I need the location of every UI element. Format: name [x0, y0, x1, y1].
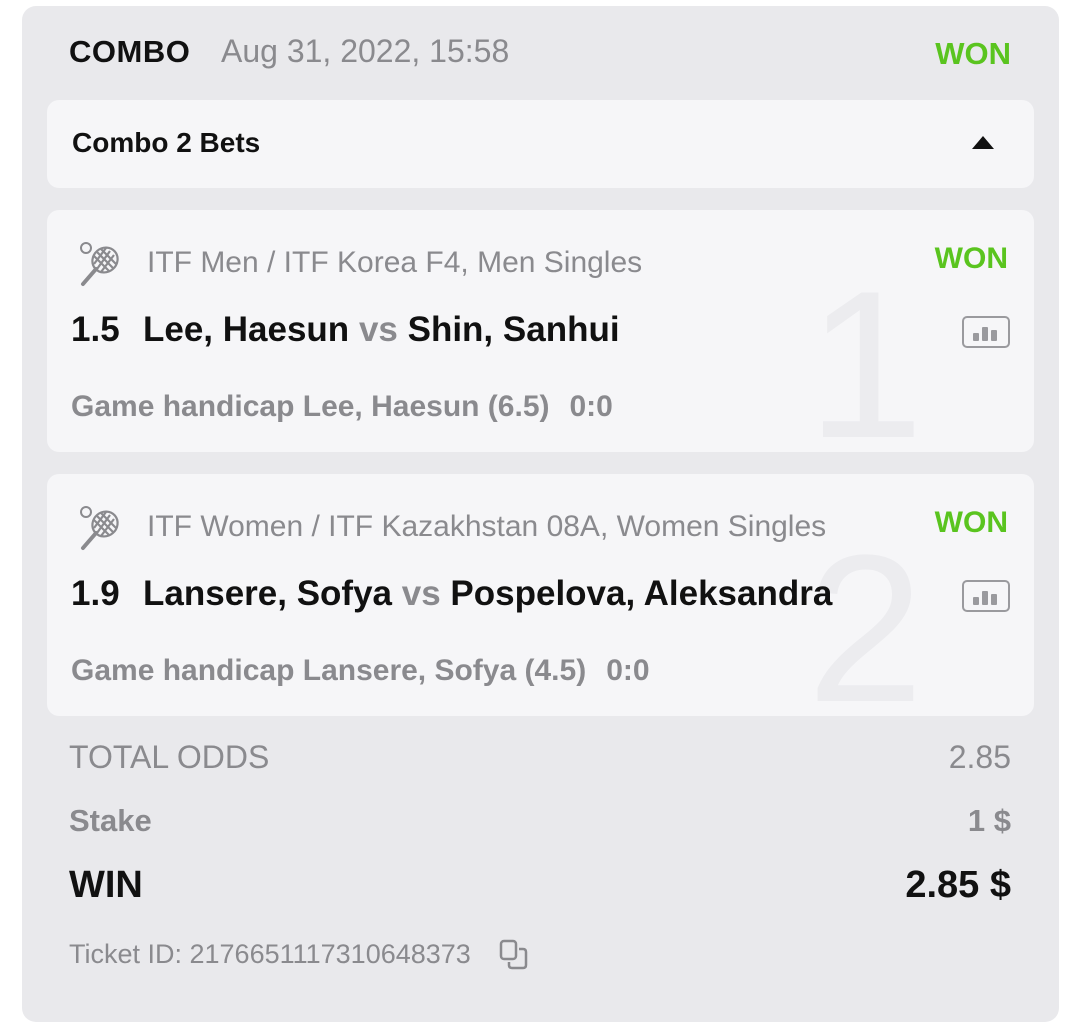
match-name: Lansere, Sofya vs Pospelova, Aleksandra — [143, 574, 918, 614]
match-score: 0:0 — [606, 654, 650, 687]
bet-odds: 1.9 — [71, 574, 120, 613]
vs-label: vs — [401, 574, 441, 613]
ticket-id: Ticket ID: 2176651117310648373 — [69, 939, 471, 969]
market-name: Game handicap Lee, Haesun (6.5) — [71, 390, 550, 423]
bet-status-badge: WON — [934, 242, 1008, 275]
copy-icon[interactable] — [497, 938, 531, 972]
bet-card: 1 ITF Men / ITF Korea F4, Men Singles WO… — [47, 210, 1034, 452]
market-line: Game handicap Lansere, Sofya (4.5) 0:0 — [71, 654, 650, 688]
total-odds-value: 2.85 — [948, 739, 1011, 775]
home-team: Lansere, Sofya — [143, 574, 392, 613]
combo-group-toggle[interactable]: Combo 2 Bets — [47, 100, 1034, 188]
win-value: 2.85 $ — [905, 864, 1011, 906]
bet-index-number: 1 — [807, 247, 924, 453]
total-odds-label: TOTAL ODDS — [69, 739, 270, 775]
tennis-icon — [80, 242, 119, 286]
away-team: Shin, Sanhui — [407, 310, 620, 349]
stats-icon[interactable] — [962, 316, 1010, 348]
league-name: ITF Men / ITF Korea F4, Men Singles — [147, 246, 892, 280]
bet-date: Aug 31, 2022, 15:58 — [221, 33, 510, 69]
tennis-icon — [80, 506, 119, 550]
ticket-status-badge: WON — [935, 36, 1011, 71]
bet-status-badge: WON — [934, 506, 1008, 539]
bet-card: 2 ITF Women / ITF Kazakhstan 08A, Women … — [47, 474, 1034, 716]
bet-index-number: 2 — [807, 511, 924, 717]
market-name: Game handicap Lansere, Sofya (4.5) — [71, 654, 587, 687]
stake-label: Stake — [69, 803, 152, 838]
bet-type: COMBO — [69, 34, 191, 69]
vs-label: vs — [358, 310, 398, 349]
stake-value: 1 $ — [967, 803, 1011, 838]
market-line: Game handicap Lee, Haesun (6.5) 0:0 — [71, 390, 613, 424]
combo-group-title: Combo 2 Bets — [72, 127, 261, 158]
away-team: Pospelova, Aleksandra — [450, 574, 833, 613]
league-name: ITF Women / ITF Kazakhstan 08A, Women Si… — [147, 510, 892, 544]
match-name: Lee, Haesun vs Shin, Sanhui — [143, 310, 918, 350]
win-label: WIN — [69, 864, 143, 906]
bet-odds: 1.5 — [71, 310, 120, 349]
match-score: 0:0 — [569, 390, 613, 423]
caret-up-icon[interactable] — [972, 136, 994, 149]
home-team: Lee, Haesun — [143, 310, 350, 349]
stats-icon[interactable] — [962, 580, 1010, 612]
bet-ticket-card: COMBO Aug 31, 2022, 15:58 WON Combo 2 Be… — [22, 6, 1059, 1022]
